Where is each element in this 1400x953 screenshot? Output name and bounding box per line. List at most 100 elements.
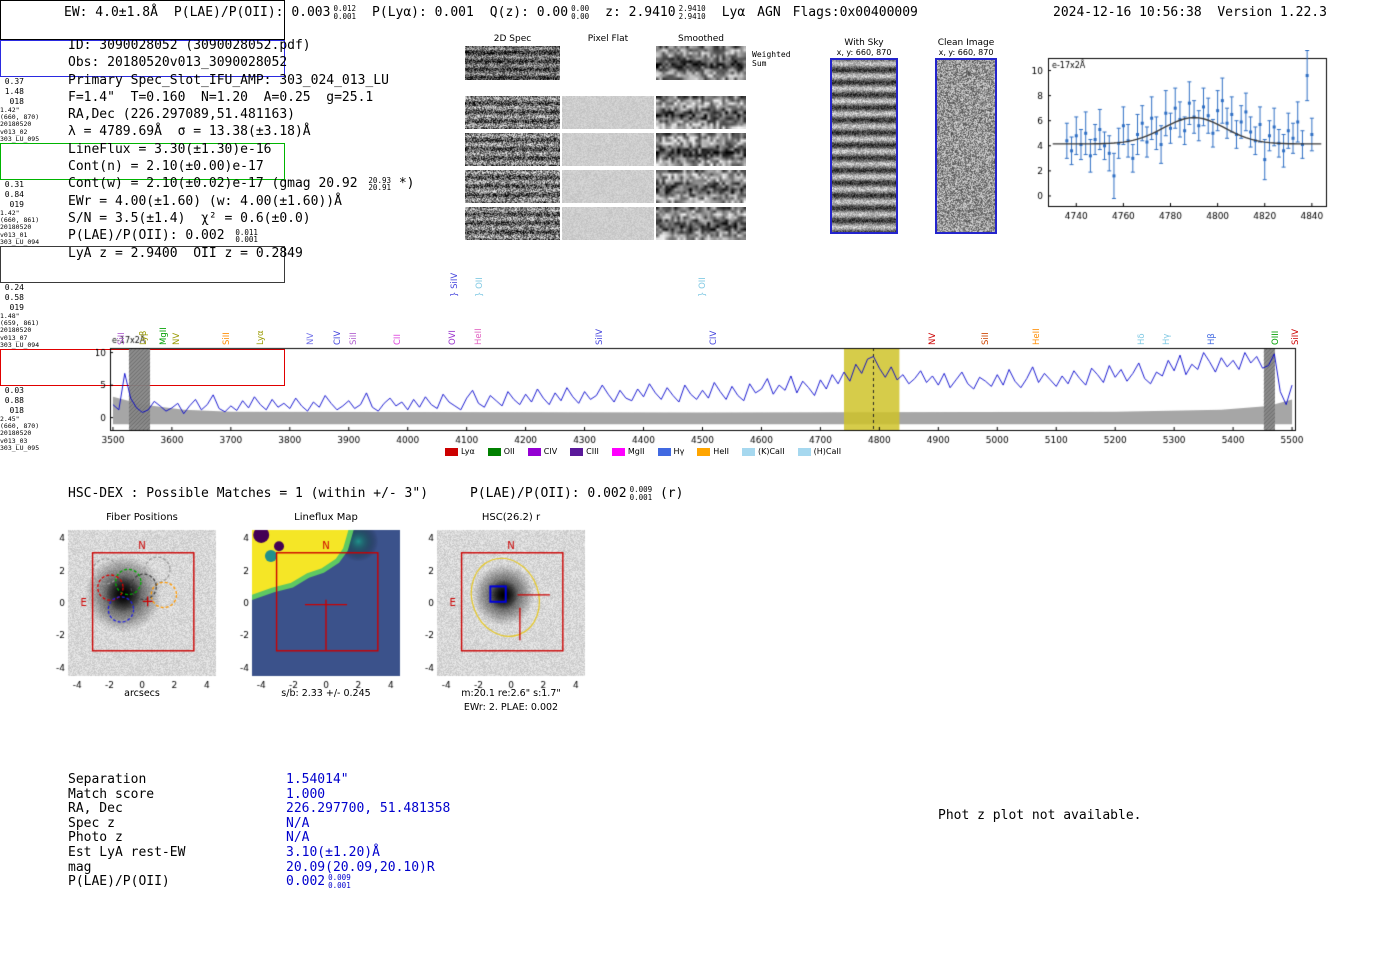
match-row-label: Photo z bbox=[68, 830, 123, 846]
col-header-smoothed: Smoothed bbox=[678, 34, 724, 44]
match-table-row: RA, Dec 226.297700, 51.481358 bbox=[68, 801, 450, 816]
legend-swatch bbox=[445, 447, 458, 456]
qz-value: Q(z): 0.00 bbox=[489, 5, 569, 20]
weighted-sum-label: Weighted Sum bbox=[752, 50, 791, 68]
redshift-value: z: 2.9410 bbox=[605, 5, 676, 20]
spectral-line-label: NV bbox=[927, 332, 938, 345]
legend-item: Lyα bbox=[445, 447, 475, 456]
spectral-line-label: CIV bbox=[708, 330, 719, 345]
match-row-value: 1.000 bbox=[286, 786, 326, 802]
col-header-2dspec: 2D Spec bbox=[493, 34, 532, 44]
spectral-line-label: Hγ bbox=[1161, 333, 1172, 345]
info-line: ID: 3090028052 (3090028052.pdf) bbox=[68, 38, 311, 53]
spectral-line-label: } SiIV bbox=[450, 272, 461, 297]
match-row-label: Match score bbox=[68, 786, 155, 802]
legend-swatch bbox=[657, 447, 671, 456]
spec2d-row-left-label: 0.24 0.58 019 bbox=[4, 283, 24, 313]
arcsecs-label: arcsecs bbox=[124, 688, 160, 699]
match-row-value: 20.09(20.09,20.10)R bbox=[286, 859, 435, 875]
match-row-label: Spec z bbox=[68, 815, 115, 831]
spectral-line-label: NV bbox=[305, 332, 316, 345]
flags-value: Flags:0x00400009 bbox=[792, 5, 918, 20]
legend-item: CIII bbox=[570, 447, 599, 456]
match-row-label: P(LAE)/P(OII) bbox=[68, 874, 170, 890]
legend-item: HeII bbox=[697, 447, 729, 456]
spectral-line-label: Hδ bbox=[1136, 333, 1147, 345]
timestamp-version: 2024-12-16 10:56:38 Version 1.22.3 bbox=[1053, 5, 1327, 20]
col-header-pixelflat: Pixel Flat bbox=[587, 34, 629, 44]
fiber-smoothed-strip bbox=[656, 207, 746, 240]
classification-label: Lyα bbox=[721, 5, 746, 20]
catalog-match-table: Separation 1.54014" Match score 1.000 RA, De… bbox=[68, 772, 450, 889]
spectral-line-label: SiIV bbox=[1291, 328, 1302, 345]
match-table-row: Photo z N/A bbox=[68, 830, 450, 845]
with-sky-xy: x, y: 660, 870 bbox=[836, 48, 892, 57]
fiber-2dspec-strip bbox=[465, 133, 560, 166]
match-row-label: RA, Dec bbox=[68, 801, 123, 817]
legend-swatch bbox=[697, 447, 711, 456]
p-lya-value: P(Lyα): 0.001 bbox=[372, 5, 474, 20]
agn-label: AGN bbox=[757, 5, 781, 20]
match-row-label: Est LyA rest-EW bbox=[68, 844, 186, 860]
legend-item: Hγ bbox=[657, 447, 684, 456]
hsc-plae-value: P(LAE)/P(OII): 0.002 bbox=[470, 486, 627, 501]
fiber-positions-image bbox=[46, 524, 246, 700]
fiber-smoothed-strip bbox=[656, 170, 746, 203]
spectral-line-label: SiII bbox=[980, 332, 991, 345]
lineflux-map-title: Lineflux Map bbox=[294, 512, 358, 523]
sb-ratio-caption: s/b: 2.33 +/- 0.245 bbox=[281, 688, 371, 699]
spectral-line-label: OVI bbox=[448, 330, 459, 345]
spectral-line-label: SiII bbox=[117, 332, 128, 345]
info-line: LineFlux = 3.30(±1.30)e-16 bbox=[68, 141, 272, 157]
legend-item: (K)CaII bbox=[741, 447, 785, 456]
match-row-label: Separation bbox=[68, 772, 147, 787]
match-row-value: N/A bbox=[286, 830, 310, 846]
fiber-pixelflat-strip bbox=[562, 133, 654, 166]
spectral-line-label: CIV bbox=[332, 330, 343, 345]
redshift-uncertainty: 2.9410 2.9410 bbox=[678, 4, 706, 21]
spectral-line-label: HeII bbox=[474, 328, 485, 345]
weighted-pixelflat-strip bbox=[562, 46, 654, 80]
spectrum-legend: Lyα OII CIV CIII MgII Hγ HeII (K)CaII (H)CaII bbox=[445, 447, 841, 456]
fiber-pixelflat-strip bbox=[562, 207, 654, 240]
fiber-smoothed-strip bbox=[656, 96, 746, 129]
match-table-row: Separation 1.54014" bbox=[68, 772, 450, 787]
spectral-line-label: HeII bbox=[1032, 328, 1042, 345]
fiber-smoothed-strip bbox=[656, 133, 746, 166]
match-table-row: P(LAE)/P(OII) 0.002 0.009 0.001 bbox=[68, 873, 351, 890]
legend-swatch bbox=[527, 447, 541, 456]
with-sky-title: With Sky bbox=[844, 38, 884, 48]
fiber-positions-title: Fiber Positions bbox=[106, 512, 178, 523]
hsc-mag-caption: m:20.1 re:2.6" s:1.7" bbox=[461, 688, 561, 699]
legend-item: CIV bbox=[527, 447, 557, 456]
spec2d-row-left-label: 0.31 0.84 019 bbox=[4, 180, 24, 210]
fiber-2dspec-strip bbox=[465, 170, 560, 203]
match-table-row: Est LyA rest-EW 3.10(±1.20)Å bbox=[68, 845, 450, 860]
spec2d-row-left-label: 0.03 0.88 018 bbox=[4, 386, 24, 416]
spectral-line-label: } OII bbox=[475, 277, 486, 297]
hsc-dex-heading: HSC-DEX : Possible Matches = 1 (within +… bbox=[68, 486, 683, 501]
legend-item: MgII bbox=[611, 447, 645, 456]
hsc-dex-matches: HSC-DEX : Possible Matches = 1 (within +… bbox=[68, 486, 429, 501]
info-line: RA,Dec (226.297089,51.481163) bbox=[68, 107, 295, 123]
info-line: Obs: 20180520v013_3090028052 bbox=[68, 55, 288, 71]
hsc-band-tag: (r) bbox=[652, 486, 684, 501]
match-row-value: 3.10(±1.20)Å bbox=[286, 844, 380, 860]
legend-item: OII bbox=[487, 447, 515, 456]
zoomed-line-fit-plot bbox=[1030, 50, 1340, 230]
legend-swatch bbox=[611, 447, 625, 456]
lineflux-map-image bbox=[230, 524, 430, 700]
spectral-line-label: SiII bbox=[349, 332, 360, 345]
plae-poii-value: P(LAE)/P(OII): 0.003 bbox=[173, 5, 331, 20]
plae-poii-uncertainty: 0.012 0.001 bbox=[333, 4, 357, 21]
qz-uncertainty: 0.00 0.00 bbox=[571, 4, 590, 21]
info-line: P(LAE)/P(OII): 0.002 0.011 0.001 bbox=[68, 227, 258, 245]
fiber-pixelflat-strip bbox=[562, 170, 654, 203]
spectral-line-label: NV bbox=[172, 332, 183, 345]
photz-unavailable-note: Phot z plot not available. bbox=[938, 808, 1142, 823]
spectral-line-label: Lyβ bbox=[139, 330, 150, 345]
spectral-line-label: Lyα bbox=[256, 330, 267, 345]
info-line: F=1.4" T=0.160 N=1.20 A=0.25 g=25.1 bbox=[68, 89, 374, 105]
match-table-row: mag 20.09(20.09,20.10)R bbox=[68, 860, 450, 875]
legend-item: (H)CaII bbox=[797, 447, 841, 456]
